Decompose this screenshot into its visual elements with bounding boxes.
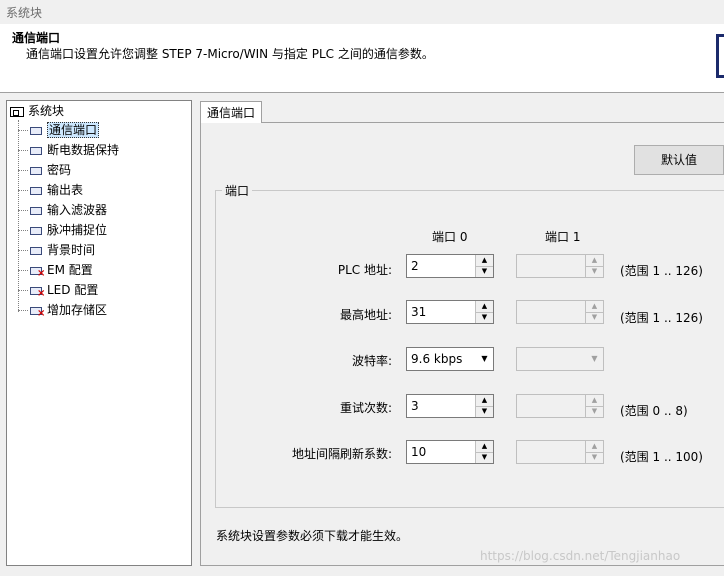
watermark: https://blog.csdn.net/Tengjianhao: [480, 549, 681, 563]
gap-update-factor-port1-spinner: ▲ ▼: [516, 440, 604, 464]
retry-count-range: (范围 0 .. 8): [620, 404, 688, 418]
plc-address-range: (范围 1 .. 126): [620, 264, 703, 278]
header-logo-icon: [716, 34, 724, 78]
column-header-port0: 端口 0: [432, 230, 468, 244]
module-error-icon: [30, 266, 45, 279]
plc-address-port0-spinner[interactable]: 2 ▲ ▼: [406, 254, 494, 278]
retry-count-port0-value: 3: [411, 399, 419, 413]
tree-item-add-memory[interactable]: 增加存储区: [18, 301, 107, 319]
tree-item-label: 脉冲捕捉位: [47, 223, 108, 237]
page-title: 通信端口: [12, 31, 61, 45]
plc-address-label: PLC 地址:: [337, 263, 392, 277]
tree-item-label: 背景时间: [47, 243, 96, 257]
module-icon: [30, 146, 42, 155]
port-group-label: 端口: [222, 182, 253, 199]
spin-down-icon[interactable]: ▼: [476, 406, 493, 417]
tree-item-label: 通信端口: [47, 122, 100, 138]
module-icon: [30, 126, 42, 135]
baud-rate-label: 波特率:: [351, 354, 392, 368]
tree-item-comm-port[interactable]: 通信端口: [18, 121, 100, 139]
tree-item-label: 输出表: [47, 183, 84, 197]
gap-update-factor-label: 地址间隔刷新系数:: [291, 447, 392, 461]
tab-comm-port[interactable]: 通信端口: [200, 101, 262, 123]
module-icon: [30, 226, 42, 235]
system-block-icon: [10, 106, 24, 117]
page-description: 通信端口设置允许您调整 STEP 7-Micro/WIN 与指定 PLC 之间的…: [26, 47, 434, 61]
highest-address-range: (范围 1 .. 126): [620, 311, 703, 325]
spin-down-icon: ▼: [591, 453, 598, 461]
module-icon: [30, 186, 42, 195]
gap-update-factor-range: (范围 1 .. 100): [620, 450, 703, 464]
column-header-port1: 端口 1: [545, 230, 581, 244]
tree-item-label: 增加存储区: [47, 303, 108, 317]
tree-item-pulse-catch[interactable]: 脉冲捕捉位: [18, 221, 107, 239]
tree-item-em-config[interactable]: EM 配置: [18, 261, 93, 279]
spin-down-icon[interactable]: ▼: [476, 312, 493, 323]
tree-item-label: 断电数据保持: [47, 143, 120, 157]
retry-count-label: 重试次数:: [339, 401, 392, 415]
spin-down-icon[interactable]: ▼: [476, 266, 493, 277]
highest-address-label: 最高地址:: [339, 308, 392, 322]
tree-item-led-config[interactable]: LED 配置: [18, 281, 98, 299]
window-titlebar: 系统块: [0, 0, 724, 24]
tree-root-label: 系统块: [28, 104, 65, 118]
tree-item-label: EM 配置: [47, 263, 93, 277]
spin-down-icon: ▼: [591, 407, 598, 415]
chevron-down-icon: ▼: [591, 354, 598, 363]
module-icon: [30, 166, 42, 175]
tree-item-label: 输入滤波器: [47, 203, 108, 217]
baud-rate-port1-select: ▼: [516, 347, 604, 371]
tree-item-background-time[interactable]: 背景时间: [18, 241, 95, 259]
spin-down-icon: ▼: [591, 267, 598, 275]
tree-item-retentive[interactable]: 断电数据保持: [18, 141, 119, 159]
page-header: 通信端口 通信端口设置允许您调整 STEP 7-Micro/WIN 与指定 PL…: [0, 24, 724, 93]
default-values-button[interactable]: 默认值: [634, 145, 724, 175]
highest-address-port1-spinner: ▲ ▼: [516, 300, 604, 324]
retry-count-port0-spinner[interactable]: 3 ▲ ▼: [406, 394, 494, 418]
highest-address-port0-spinner[interactable]: 31 ▲ ▼: [406, 300, 494, 324]
tree-item-password[interactable]: 密码: [18, 161, 71, 179]
tree-item-label: 密码: [47, 163, 72, 177]
window-title: 系统块: [6, 6, 43, 20]
module-icon: [30, 206, 42, 215]
highest-address-port0-value: 31: [411, 305, 427, 319]
tree-item-output-table[interactable]: 输出表: [18, 181, 83, 199]
module-icon: [30, 246, 42, 255]
gap-update-factor-port0-value: 10: [411, 445, 427, 459]
plc-address-port0-value: 2: [411, 259, 419, 273]
plc-address-port1-spinner: ▲ ▼: [516, 254, 604, 278]
download-required-note: 系统块设置参数必须下载才能生效。: [216, 529, 409, 543]
tree-root-system-block[interactable]: 系统块: [10, 102, 64, 120]
spin-down-icon: ▼: [591, 313, 598, 321]
baud-rate-port0-value: 9.6 kbps: [411, 352, 463, 366]
module-error-icon: [30, 286, 45, 299]
baud-rate-port0-select[interactable]: 9.6 kbps ▼: [406, 347, 494, 371]
spin-down-icon[interactable]: ▼: [476, 452, 493, 463]
gap-update-factor-port0-spinner[interactable]: 10 ▲ ▼: [406, 440, 494, 464]
tree-item-input-filter[interactable]: 输入滤波器: [18, 201, 107, 219]
chevron-down-icon[interactable]: ▼: [476, 348, 493, 370]
tree-item-label: LED 配置: [47, 283, 99, 297]
retry-count-port1-spinner: ▲ ▼: [516, 394, 604, 418]
module-error-icon: [30, 306, 45, 319]
